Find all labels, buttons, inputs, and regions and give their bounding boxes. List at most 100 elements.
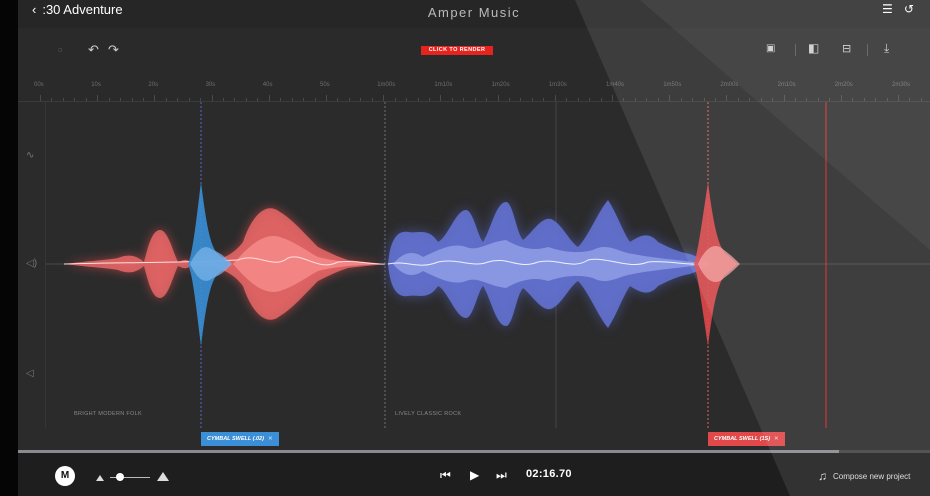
timeline-tick (165, 98, 167, 101)
timeline-tick (612, 95, 613, 101)
timeline-tick (291, 98, 293, 101)
timeline-tick (772, 98, 774, 101)
skip-forward-icon[interactable]: ⏭ (496, 468, 507, 483)
timeline-tick (898, 95, 899, 101)
split-view-icon[interactable]: ◧ (808, 41, 819, 55)
compose-new-project-button[interactable]: ♫ Compose new project (818, 469, 910, 483)
time-display: 02:16.70 (526, 468, 572, 480)
music-note-icon: ♫ (818, 469, 827, 483)
timeline-ruler[interactable]: 00s 10s 20s 30s 40s 50s 1m00s 1m10s 1m20s 1m30s 1m… (18, 74, 930, 102)
timeline-tick-label: 1m10s (434, 82, 453, 88)
timeline-tick-label: 20s (148, 82, 159, 88)
timeline-tick (486, 98, 488, 101)
timeline-tick (440, 95, 442, 101)
timeline-tick (120, 98, 122, 101)
timeline-tick (737, 98, 739, 101)
menu-icon[interactable]: ☰ (882, 2, 893, 16)
timeline-tick (577, 98, 579, 101)
marker-label: CYMBAL SWELL (1S) (714, 436, 771, 442)
timeline-tick (509, 98, 511, 101)
timeline-tick (554, 95, 556, 101)
timeline-tick (74, 98, 76, 101)
timeline-tick-label: 10s (91, 82, 101, 88)
timeline-tick (749, 98, 751, 101)
timeline-tick (634, 98, 636, 101)
play-icon[interactable]: ▶ (470, 468, 479, 482)
timeline-tick (783, 95, 785, 101)
mode-button[interactable]: M (55, 466, 75, 486)
timeline-tick (840, 95, 842, 101)
timeline-tick-label: 2m30s (892, 82, 911, 88)
timeline-tick (852, 98, 854, 101)
timeline-tick (543, 98, 545, 101)
panel-icon[interactable]: ⊟ (842, 42, 851, 55)
mountain-large-icon (157, 472, 169, 481)
timeline-tick (131, 98, 133, 101)
timeline-tick-label: 2m00s (720, 82, 739, 88)
timeline-tick (177, 98, 179, 101)
compose-label: Compose new project (833, 471, 911, 481)
track-area[interactable]: ∿ ◁) ◁ BRIGHT MODERN FOLK LIVELY CLASSIC… (18, 102, 930, 428)
app-title: Amper Music (427, 5, 521, 20)
close-icon[interactable]: ✕ (268, 436, 273, 442)
timeline-tick (200, 98, 202, 101)
volume-slider-knob[interactable] (116, 473, 124, 481)
transport-bar: M ⏮ ▶ ⏭ 02:16.70 ♫ Compose new project (18, 453, 930, 496)
timeline-tick (589, 98, 591, 101)
timeline-tick-label: 40s (262, 82, 273, 88)
timeline-tick (62, 98, 64, 101)
render-button[interactable]: CLICK TO RENDER (421, 46, 493, 55)
redo-icon[interactable]: ↷ (108, 42, 119, 58)
timeline-tick (326, 95, 327, 101)
marker-tag-red[interactable]: CYMBAL SWELL (1S) ✕ (708, 432, 785, 446)
timeline-tick-label: 1m40s (606, 82, 625, 88)
timeline-tick-label: 2m10s (777, 82, 796, 88)
marker-label: CYMBAL SWELL (.02) (207, 436, 264, 442)
fit-icon[interactable]: ▣ (766, 43, 775, 54)
toolbar-divider (867, 44, 868, 56)
tool-icon[interactable]: ▫ (58, 42, 63, 57)
timeline-tick (257, 98, 259, 101)
timeline-tick-label: 50s (320, 82, 330, 88)
timeline-tick (234, 98, 236, 101)
skip-back-icon[interactable]: ⏮ (440, 468, 451, 483)
timeline-tick (886, 98, 888, 101)
timeline-tick-label: 1m30s (548, 82, 567, 88)
waveform-canvas[interactable] (18, 102, 930, 428)
marker-tag-blue[interactable]: CYMBAL SWELL (.02) ✕ (201, 432, 279, 446)
timeline-tick (188, 98, 190, 101)
timeline-tick (463, 98, 465, 101)
timeline-tick (142, 98, 144, 101)
download-icon[interactable]: ⤓ (884, 41, 889, 56)
timeline-tick (600, 98, 602, 101)
timeline-tick (760, 98, 762, 101)
marker-row: CYMBAL SWELL (.02) ✕ CYMBAL SWELL (1S) ✕ (18, 428, 930, 450)
timeline-tick (40, 95, 41, 101)
timeline-tick (703, 98, 705, 101)
waveform-cymbal-blue (188, 182, 232, 346)
timeline-tick (371, 98, 373, 101)
timeline-tick (337, 98, 339, 101)
waveform-cymbal-red (694, 182, 740, 346)
app-window: ‹ :30 Adventure Amper Music ☰ ↺ ▫ ↶ ↷ ▣ … (0, 0, 930, 496)
timeline-tick (268, 95, 270, 101)
timeline-tick (920, 98, 922, 101)
timeline-tick (566, 98, 568, 101)
timeline-tick (795, 98, 797, 101)
header-bar: ‹ :30 Adventure Amper Music ☰ ↺ (18, 0, 930, 28)
timeline-tick (406, 98, 408, 101)
timeline-tick (451, 98, 453, 101)
timeline-tick-label: 1m50s (663, 82, 682, 88)
timeline-tick (223, 98, 225, 101)
timeline-tick (657, 98, 659, 101)
timeline-tick (669, 95, 671, 101)
left-edge (0, 0, 18, 496)
timeline-tick (531, 98, 533, 101)
close-icon[interactable]: ✕ (774, 436, 779, 442)
history-icon[interactable]: ↺ (904, 2, 914, 16)
timeline-tick (314, 98, 316, 101)
timeline-tick (97, 95, 99, 101)
undo-icon[interactable]: ↶ (88, 42, 99, 58)
timeline-tick-label: 00s (34, 82, 44, 88)
timeline-tick (51, 98, 53, 101)
